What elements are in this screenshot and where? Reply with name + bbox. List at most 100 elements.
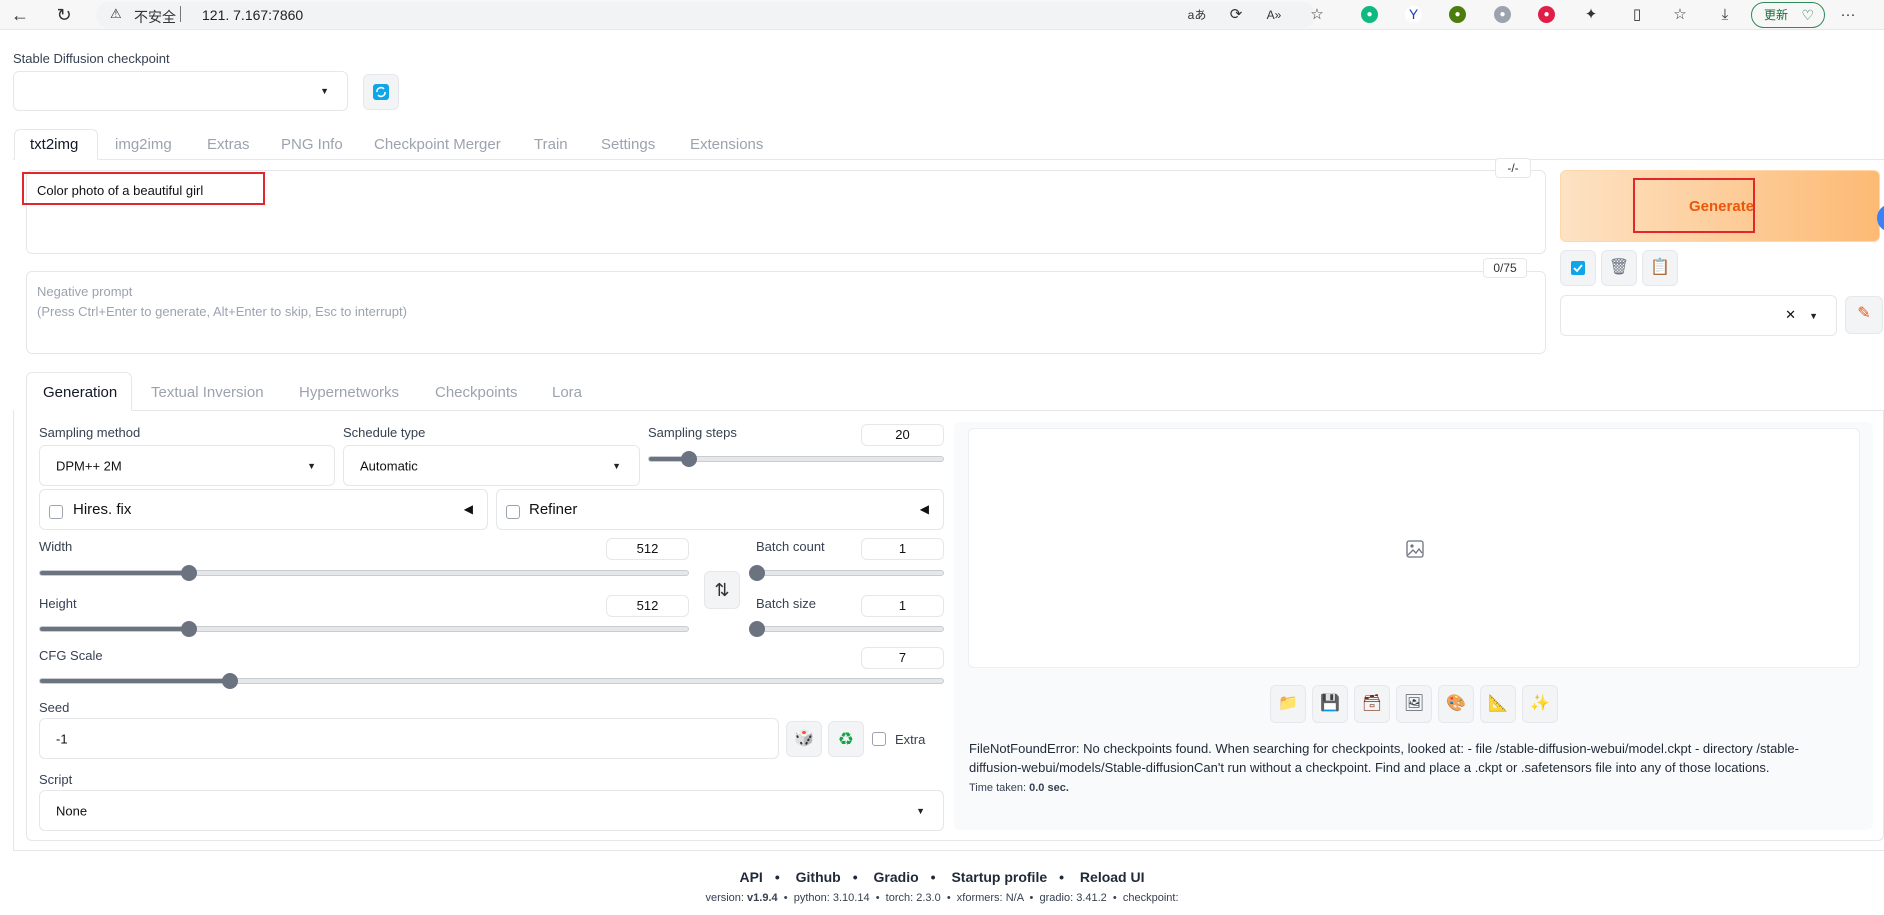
sampling-method-dropdown[interactable]: DPM++ 2M ▼ [39,445,335,486]
tab-txt2img[interactable]: txt2img [30,136,78,153]
width-label: Width [39,539,73,554]
zip-icon[interactable]: 🗃 [1354,685,1390,723]
subtab-checkpoints[interactable]: Checkpoints [435,384,518,401]
puzzle-icon[interactable]: ✦ [1581,5,1601,25]
batch-count-input[interactable]: 1 [861,538,944,560]
script-dropdown[interactable]: None ▼ [39,790,944,831]
error-message: FileNotFoundError: No checkpoints found.… [969,741,1799,775]
tab-checkpoint-merger[interactable]: Checkpoint Merger [374,136,501,153]
folder-icon[interactable]: 📁 [1270,685,1306,723]
image-icon[interactable]: 🖼 [1396,685,1432,723]
cfg-scale-label: CFG Scale [39,648,103,663]
slider-thumb[interactable] [749,621,765,637]
refresh-checkpoints-button[interactable] [363,74,399,110]
extension-shield-icon[interactable]: ● [1449,6,1466,23]
subtab-generation[interactable]: Generation [43,384,117,401]
split-screen-icon[interactable]: ▯ [1627,5,1647,25]
slider-thumb[interactable] [749,565,765,581]
checkpoint-dropdown[interactable]: ▼ [13,71,348,111]
star-icon[interactable]: ☆ [1307,5,1327,25]
slider-thumb[interactable] [680,451,697,467]
seed-value: -1 [56,731,68,746]
chevron-down-icon: ▼ [612,460,621,471]
hires-fix-accordion[interactable]: Hires. fix ◀ [39,489,488,530]
update-button[interactable]: 更新 ♡ [1751,2,1825,28]
torch-label: torch: [885,892,914,904]
seed-input[interactable]: -1 [39,718,779,759]
heart-icon: ♡ [1801,7,1814,23]
extension-gray-icon[interactable]: ● [1494,6,1511,23]
back-arrow-icon[interactable]: ← [8,3,32,27]
version-label: version: [705,892,744,904]
slider-thumb[interactable] [181,621,198,637]
height-input[interactable]: 512 [606,595,689,617]
warning-icon: ⚠ [110,6,122,21]
clear-icon[interactable]: ✕ [1785,307,1796,323]
tab-png-info[interactable]: PNG Info [281,136,343,153]
time-taken: Time taken: 0.0 sec. [969,782,1069,794]
tab-extensions[interactable]: Extensions [690,136,763,153]
refresh-page-icon[interactable]: ⟳ [1226,5,1246,25]
footer-link-startup-profile[interactable]: Startup profile [951,869,1047,885]
clipboard-icon[interactable]: 📋 [1642,250,1678,286]
hires-fix-checkbox[interactable] [49,505,63,519]
address-separator [180,6,181,22]
sampling-steps-input[interactable]: 20 [861,424,944,446]
footer-link-reload-ui[interactable]: Reload UI [1080,869,1145,885]
favorites-icon[interactable]: ☆ [1670,5,1690,25]
batch-size-input[interactable]: 1 [861,595,944,617]
styles-dropdown[interactable]: ✕ ▼ [1560,295,1837,336]
collapse-triangle-icon[interactable]: ◀ [464,502,473,516]
download-icon[interactable]: ⤓ [1715,5,1735,25]
swap-icon[interactable]: ⇅ [704,571,740,609]
save-icon[interactable]: 💾 [1312,685,1348,723]
width-input[interactable]: 512 [606,538,689,560]
height-slider[interactable] [39,621,689,637]
footer-links: API • Github • Gradio • Startup profile • Re… [739,869,1145,885]
url-text: 121. 7.167:7860 [202,7,304,23]
sampling-steps-slider[interactable] [648,451,944,467]
sparkle-icon[interactable]: ✨ [1522,685,1558,723]
pencil-icon[interactable]: ✎ [1845,296,1883,334]
recycle-icon[interactable]: ♻ [828,721,864,757]
ruler-icon[interactable]: 📐 [1480,685,1516,723]
footer-link-github[interactable]: Github [796,869,841,885]
address-bar[interactable]: ⚠ 不安全 121. 7.167:7860 [96,2,1316,28]
width-slider[interactable] [39,565,689,581]
tab-img2img[interactable]: img2img [115,136,172,153]
cfg-scale-slider[interactable] [39,673,944,689]
extension-green-icon[interactable]: ● [1361,6,1378,23]
trash-icon[interactable]: 🗑 [1601,250,1637,286]
batch-size-slider[interactable] [749,621,944,637]
refiner-checkbox[interactable] [506,505,520,519]
refiner-accordion[interactable]: Refiner ◀ [496,489,944,530]
subtab-textual-inversion[interactable]: Textual Inversion [151,384,264,401]
collapse-triangle-icon[interactable]: ◀ [920,502,929,516]
checkpoint-label: Stable Diffusion checkpoint [13,51,170,66]
tab-settings[interactable]: Settings [601,136,655,153]
gradio-label: gradio: [1039,892,1074,904]
tab-train[interactable]: Train [534,136,568,153]
palette-icon[interactable]: 🎨 [1438,685,1474,723]
cfg-scale-input[interactable]: 7 [861,647,944,669]
translate-icon[interactable]: aあ [1187,5,1207,25]
torch-value: 2.3.0 [916,892,941,904]
more-menu-icon[interactable]: ··· [1838,5,1858,25]
extension-pocket-icon[interactable]: ● [1538,6,1555,23]
slider-thumb[interactable] [181,565,198,581]
read-aloud-icon[interactable]: A» [1264,5,1284,25]
footer-link-gradio[interactable]: Gradio [874,869,919,885]
subtab-lora[interactable]: Lora [552,384,582,401]
footer-link-api[interactable]: API [739,869,762,885]
extension-y-icon[interactable]: Y [1405,6,1422,23]
tab-extras[interactable]: Extras [207,136,250,153]
refresh-icon [373,84,389,100]
subtab-hypernetworks[interactable]: Hypernetworks [299,384,399,401]
extra-seed-checkbox[interactable] [872,732,886,746]
slider-thumb[interactable] [221,673,238,689]
dice-icon[interactable]: 🎲 [786,721,822,757]
batch-count-slider[interactable] [749,565,944,581]
refresh-icon[interactable]: ↻ [52,3,76,27]
schedule-type-dropdown[interactable]: Automatic ▼ [343,445,640,486]
apply-styles-button[interactable] [1560,250,1596,286]
